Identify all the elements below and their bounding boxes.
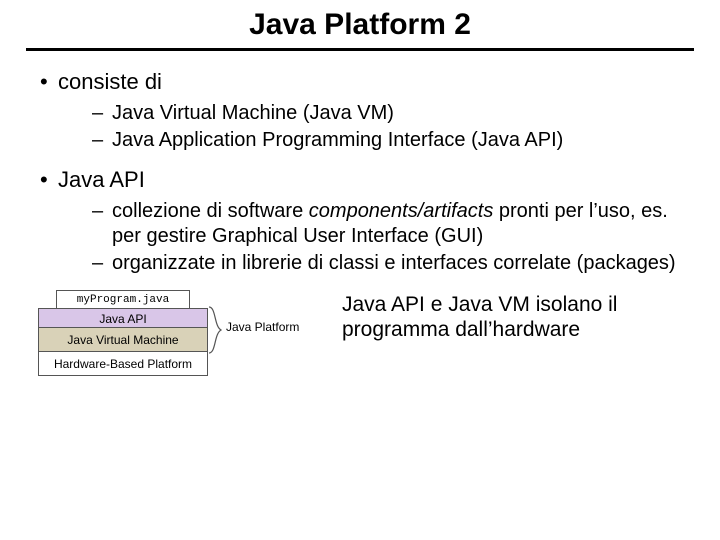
slide: Java Platform 2 consiste di Java Virtual…	[0, 0, 720, 540]
bullet-item-2: Java API collezione di software componen…	[40, 167, 694, 276]
bullet-text: consiste di	[58, 69, 162, 94]
platform-label: Java Platform	[226, 320, 299, 334]
bullet-text: Java API	[58, 167, 145, 192]
bullet-item-1: consiste di Java Virtual Machine (Java V…	[40, 69, 694, 153]
bullet-list: consiste di Java Virtual Machine (Java V…	[26, 69, 694, 276]
layer-stack: myProgram.java Java API Java Virtual Mac…	[38, 290, 208, 376]
brace-icon	[208, 306, 222, 354]
layer-api: Java API	[38, 308, 208, 328]
text-run: collezione di software	[112, 200, 309, 222]
sub-bullet-item: Java Virtual Machine (Java VM)	[92, 101, 694, 126]
diagram-caption: Java API e Java VM isolano il programma …	[250, 290, 694, 342]
slide-title: Java Platform 2	[26, 8, 694, 42]
platform-diagram: myProgram.java Java API Java Virtual Mac…	[38, 290, 250, 400]
layer-hw: Hardware-Based Platform	[38, 352, 208, 376]
bottom-row: myProgram.java Java API Java Virtual Mac…	[26, 290, 694, 400]
layer-program: myProgram.java	[56, 290, 190, 308]
sub-bullet-item: Java Application Programming Interface (…	[92, 128, 694, 153]
title-divider	[26, 48, 694, 51]
sub-bullet-list-1: Java Virtual Machine (Java VM) Java Appl…	[58, 101, 694, 153]
emphasized-text: components/artifacts	[309, 200, 494, 222]
sub-bullet-item: collezione di software components/artifa…	[92, 199, 694, 249]
layer-jvm: Java Virtual Machine	[38, 328, 208, 352]
sub-bullet-list-2: collezione di software components/artifa…	[58, 199, 694, 276]
sub-bullet-item: organizzate in librerie di classi e inte…	[92, 251, 694, 276]
